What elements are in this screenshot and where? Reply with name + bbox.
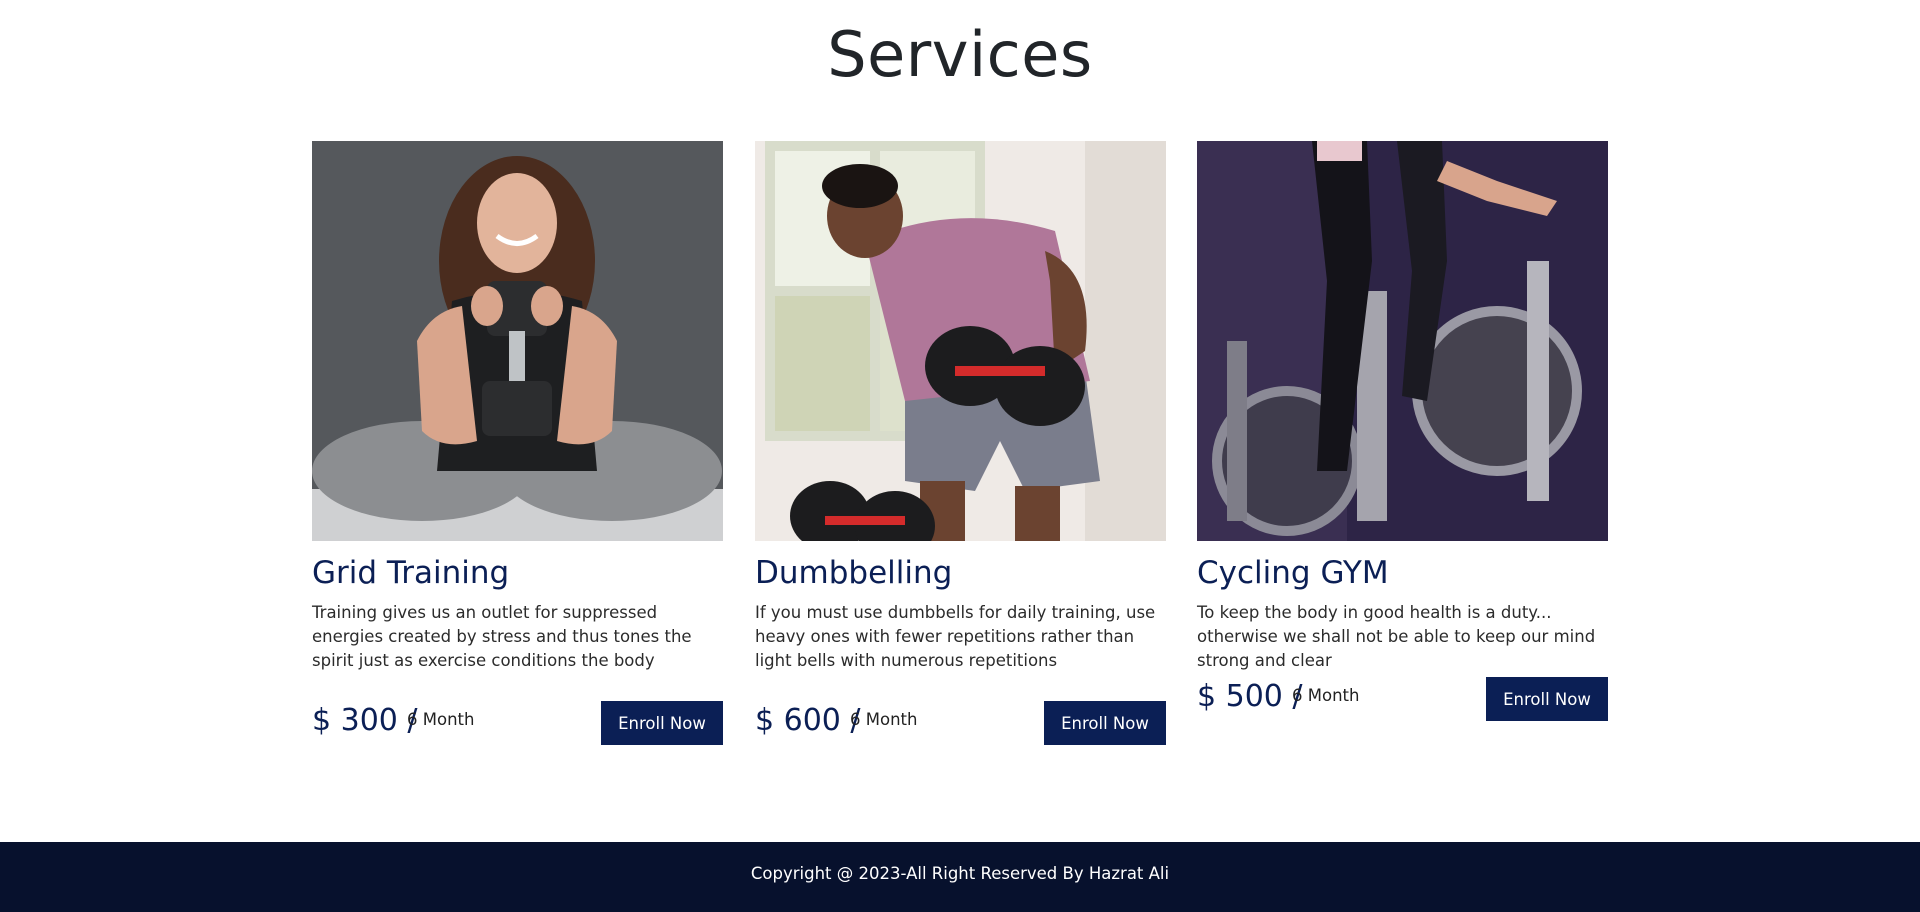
service-title: Cycling GYM — [1197, 555, 1389, 591]
enroll-now-button[interactable]: Enroll Now — [601, 701, 723, 745]
service-period: 6 Month — [1292, 686, 1360, 705]
service-title: Dumbbelling — [755, 555, 953, 591]
service-period: 6 Month — [407, 710, 475, 729]
service-card-dumbbelling: Dumbbelling If you must use dumbbells fo… — [755, 141, 1166, 748]
service-image-man-with-dumbbells — [755, 141, 1166, 541]
service-image-woman-with-dumbbell — [312, 141, 723, 541]
service-card-grid-training: Grid Training Training gives us an outle… — [312, 141, 723, 748]
footer: Copyright @ 2023-All Right Reserved By H… — [0, 842, 1920, 912]
service-price: $ 500 / — [1197, 679, 1303, 714]
service-period: 6 Month — [850, 710, 918, 729]
enroll-now-button[interactable]: Enroll Now — [1044, 701, 1166, 745]
copyright-text: Copyright @ 2023-All Right Reserved By H… — [750, 863, 1170, 883]
services-page: Services Grid Training Training gives us… — [0, 0, 1920, 912]
service-description: Training gives us an outlet for suppress… — [312, 603, 692, 670]
service-description: If you must use dumbbells for daily trai… — [755, 603, 1156, 670]
service-image-spin-bikes — [1197, 141, 1608, 541]
service-description: To keep the body in good health is a dut… — [1197, 603, 1596, 670]
service-title: Grid Training — [312, 555, 510, 591]
page-title: Services — [827, 18, 1093, 91]
service-price: $ 300 / — [312, 703, 418, 738]
price-row: $ 500 / 6 Month Enroll Now — [1197, 677, 1608, 724]
price-row: $ 600 / 6 Month Enroll Now — [755, 701, 1166, 748]
service-price: $ 600 / — [755, 703, 861, 738]
price-row: $ 300 / 6 Month Enroll Now — [312, 701, 723, 748]
service-card-cycling-gym: Cycling GYM To keep the body in good hea… — [1197, 141, 1608, 724]
enroll-now-button[interactable]: Enroll Now — [1486, 677, 1608, 721]
